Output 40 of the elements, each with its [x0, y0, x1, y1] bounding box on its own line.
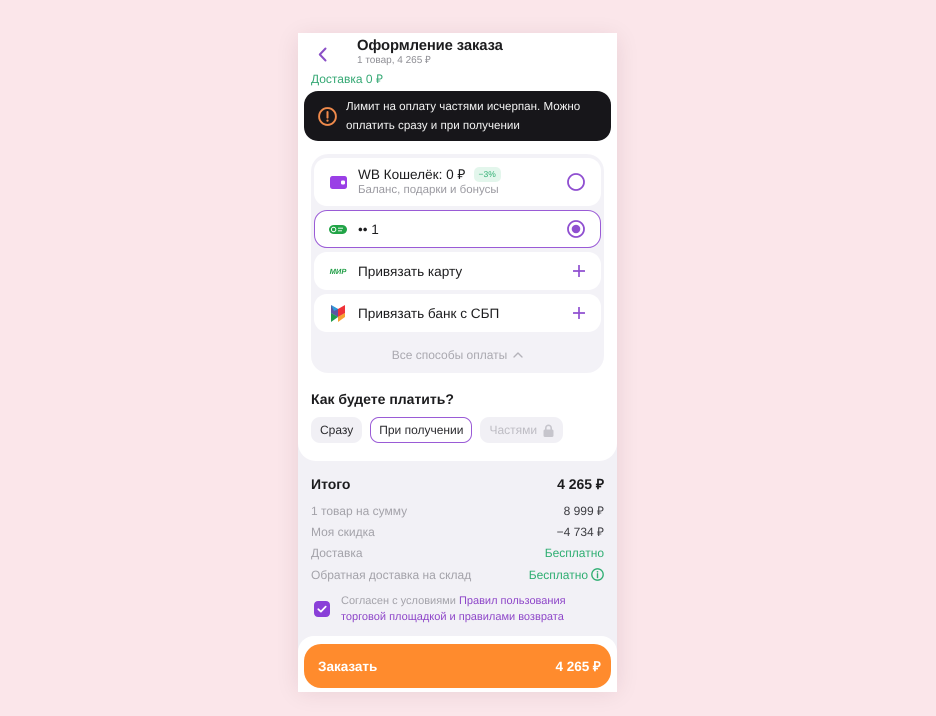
payment-method-title: •• 1: [358, 220, 379, 238]
summary-label: Моя скидка: [311, 524, 375, 539]
page-subtitle: 1 товар, 4 265 ₽: [357, 55, 432, 67]
checkbox[interactable]: [314, 601, 330, 618]
terms-link[interactable]: торговой площадкой и правилами возврата: [341, 609, 564, 626]
summary-value: −4 734 ₽: [556, 524, 604, 540]
warning-icon: [318, 106, 337, 126]
radio-button[interactable]: [567, 220, 585, 238]
payment-option-tab[interactable]: Сразу: [311, 417, 362, 443]
page-title: Оформление заказа: [357, 37, 503, 55]
radio-button[interactable]: [567, 173, 585, 191]
payment-method-title: WB Кошелёк: 0 ₽: [358, 166, 466, 183]
payment-method-row[interactable]: •• 1: [314, 210, 601, 248]
agreement-text: Согласен с условиями: [341, 595, 456, 608]
section-heading: Как будете платить?: [311, 391, 455, 407]
summary-value: Бесплатно: [544, 546, 604, 560]
pill-logo-icon: [329, 224, 347, 234]
triangles-logo-icon: [331, 304, 345, 322]
terms-link[interactable]: Правил пользования: [458, 593, 566, 610]
plus-icon[interactable]: [573, 307, 585, 319]
payment-method-row[interactable]: Привязать банк с СБП: [314, 294, 601, 332]
summary-label: Доставка: [311, 546, 363, 560]
delivery-cost: Доставка 0 ₽: [311, 72, 383, 86]
summary-label: 1 товар на сумму: [311, 504, 408, 518]
total-value: 4 265 ₽: [557, 475, 604, 493]
total-label: Итого: [311, 475, 350, 493]
summary-label: Обратная доставка на склад: [311, 568, 472, 582]
plus-icon[interactable]: [573, 265, 585, 277]
discount-badge: −3%: [474, 167, 501, 182]
summary-value: 8 999 ₽: [564, 503, 604, 520]
notice-text: Лимит на оплату частями исчерпан. Можно оплатить сразу и при получении: [346, 99, 582, 134]
summary-value: Бесплатно: [528, 568, 588, 582]
payment-method-row[interactable]: WB Кошелёк: 0 ₽ −3% Баланс, подарки и бонусы: [314, 158, 601, 206]
wallet-icon: [330, 176, 346, 188]
payment-method-subtitle: Баланс, подарки и бонусы: [358, 183, 500, 198]
payment-option-tab[interactable]: При получении: [370, 417, 472, 443]
lock-icon: [543, 424, 554, 436]
payment-method-title: Привязать карту: [358, 262, 462, 280]
chevron-left-icon: [318, 46, 326, 62]
payment-method-title: Привязать банк с СБП: [358, 304, 500, 322]
